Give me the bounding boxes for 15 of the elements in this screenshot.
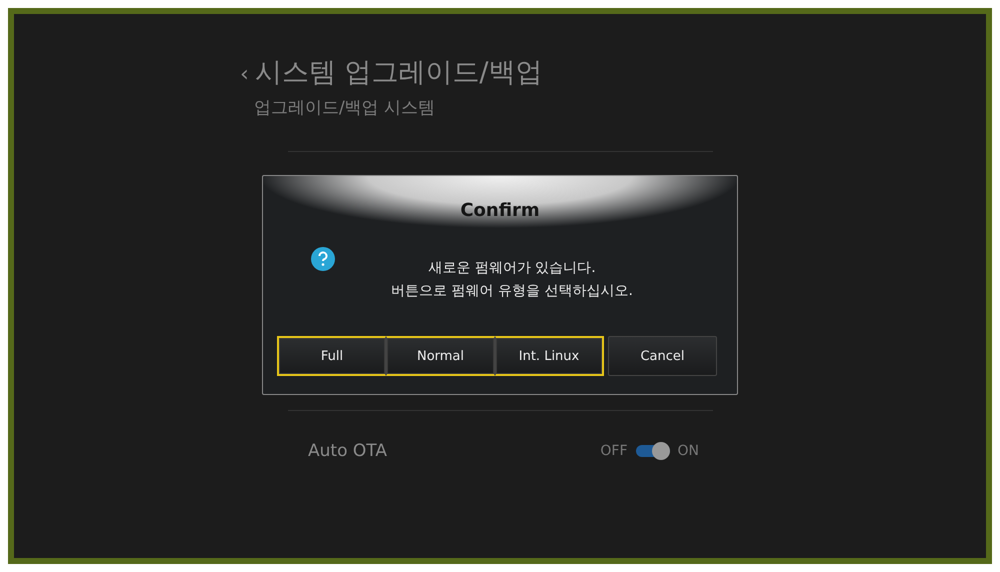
page-subtitle: 업그레이드/백업 시스템 xyxy=(254,97,436,119)
dialog-title: Confirm xyxy=(459,200,541,221)
back-arrow[interactable]: ‹ xyxy=(240,62,249,87)
dialog-message: 버튼으로 펌웨어 유형을 선택하십시오. xyxy=(390,282,634,301)
dialog-button[interactable]: Full xyxy=(277,336,386,376)
toggle-switch[interactable] xyxy=(636,445,670,457)
dialog-button[interactable]: Normal xyxy=(386,336,495,376)
setting-label: Auto OTA xyxy=(308,441,387,461)
toggle-label: OFF xyxy=(600,443,628,459)
question-icon xyxy=(311,247,335,271)
dialog-button[interactable]: Int. Linux xyxy=(495,336,604,376)
dialog-button[interactable]: Cancel xyxy=(608,336,717,376)
toggle-label: ON xyxy=(678,443,699,459)
dialog-message: 새로운 펌웨어가 있습니다. xyxy=(427,259,597,278)
page-title: 시스템 업그레이드/백업 xyxy=(254,56,542,90)
